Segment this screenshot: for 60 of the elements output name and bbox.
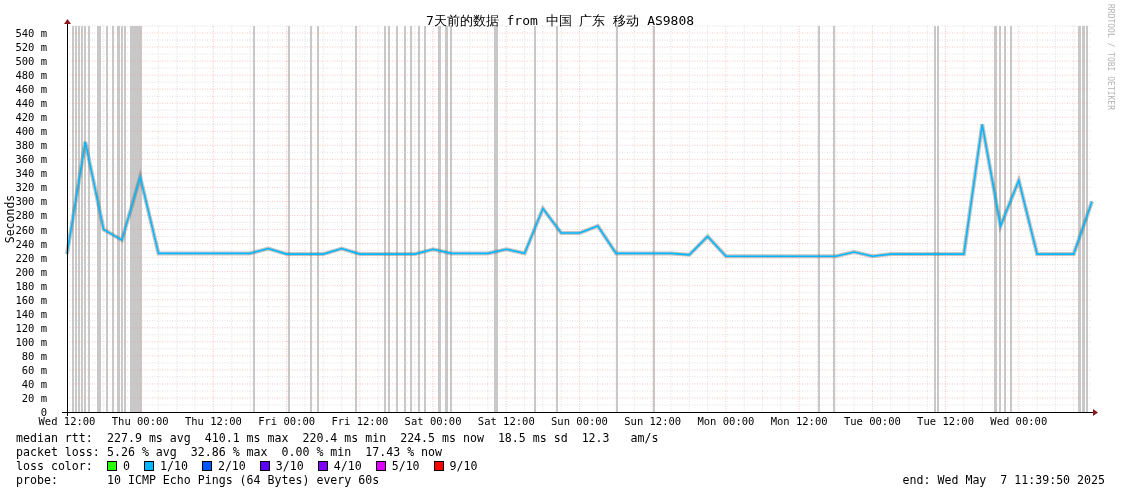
loss-color-label: 2/10 bbox=[217, 459, 246, 473]
x-tick-label: Mon 00:00 bbox=[697, 415, 755, 427]
y-tick-label: 140 m bbox=[15, 307, 47, 320]
y-tick-label: 440 m bbox=[15, 97, 47, 110]
y-tick-label: 320 m bbox=[15, 181, 47, 194]
y-axis-label: Seconds bbox=[3, 194, 17, 244]
y-tick-label: 500 m bbox=[15, 55, 47, 68]
y-tick-label: 480 m bbox=[15, 69, 47, 82]
x-tick-label: Thu 12:00 bbox=[185, 415, 242, 427]
legend-text: 5.26 % avg 32.86 % max 0.00 % min 17.43 % now bbox=[107, 445, 443, 459]
x-tick-label: Mon 12:00 bbox=[770, 415, 828, 427]
x-tick-label: Sun 12:00 bbox=[624, 415, 682, 427]
legend-label: probe: bbox=[16, 473, 59, 487]
y-tick-label: 280 m bbox=[15, 209, 47, 222]
y-tick-label: 220 m bbox=[15, 251, 47, 264]
legend-label: packet loss: bbox=[16, 445, 101, 459]
y-tick-label: 260 m bbox=[15, 223, 47, 236]
y-tick-label: 160 m bbox=[15, 293, 47, 306]
legend-text: 227.9 ms avg 410.1 ms max 220.4 ms min 224.5 ms now 18.5 ms sd 12.3 am/s bbox=[107, 431, 659, 445]
x-tick-label: Wed 00:00 bbox=[990, 415, 1048, 427]
loss-color-label: 3/10 bbox=[275, 459, 304, 473]
loss-color-label: 0 bbox=[123, 459, 130, 473]
end-time-text: end: Wed May 7 11:39:50 2025 bbox=[902, 473, 1105, 487]
loss-color-label: 1/10 bbox=[160, 459, 188, 473]
y-tick-label: 360 m bbox=[15, 153, 47, 166]
y-tick-label: 40 m bbox=[21, 377, 47, 390]
y-tick-label: 60 m bbox=[21, 363, 47, 376]
y-tick-label: 400 m bbox=[15, 125, 47, 138]
x-tick-label: Sun 00:00 bbox=[551, 415, 608, 427]
x-tick-label: Wed 12:00 bbox=[38, 415, 96, 427]
x-tick-label: Fri 12:00 bbox=[331, 415, 389, 427]
y-tick-label: 120 m bbox=[15, 321, 47, 334]
legend-label: loss color: bbox=[16, 459, 94, 473]
y-tick-label: 200 m bbox=[15, 265, 47, 278]
x-tick-label: Sat 12:00 bbox=[477, 415, 535, 427]
y-tick-label: 20 m bbox=[21, 391, 47, 404]
y-tick-label: 340 m bbox=[15, 167, 47, 180]
y-tick-label: 80 m bbox=[21, 349, 47, 362]
y-tick-label: 180 m bbox=[15, 279, 47, 292]
legend-text: 10 ICMP Echo Pings (64 Bytes) every 60s bbox=[107, 473, 380, 487]
chart-title: 7天前的数据 from 中国 广东 移动 AS9808 bbox=[425, 13, 695, 28]
y-tick-label: 460 m bbox=[15, 83, 47, 96]
y-tick-label: 420 m bbox=[15, 111, 47, 124]
y-tick-label: 240 m bbox=[15, 237, 47, 250]
x-tick-label: Sat 00:00 bbox=[404, 415, 462, 427]
x-tick-label: Tue 12:00 bbox=[917, 415, 974, 427]
y-tick-label: 300 m bbox=[15, 195, 47, 208]
credit-text: RRDTOOL / TOBI OETIKER bbox=[1106, 4, 1115, 110]
loss-color-label: 9/10 bbox=[449, 459, 478, 473]
loss-color-label: 5/10 bbox=[391, 459, 420, 473]
y-tick-label: 0 bbox=[40, 406, 47, 418]
loss-color-label: 4/10 bbox=[333, 459, 362, 473]
y-tick-label: 380 m bbox=[15, 139, 47, 152]
y-tick-label: 100 m bbox=[15, 335, 47, 348]
x-tick-label: Thu 00:00 bbox=[111, 415, 169, 427]
y-tick-label: 540 m bbox=[15, 27, 47, 39]
legend-label: median rtt: bbox=[16, 431, 94, 445]
x-tick-label: Tue 00:00 bbox=[843, 415, 901, 427]
y-tick-label: 520 m bbox=[15, 41, 47, 54]
x-tick-label: Fri 00:00 bbox=[258, 415, 316, 427]
